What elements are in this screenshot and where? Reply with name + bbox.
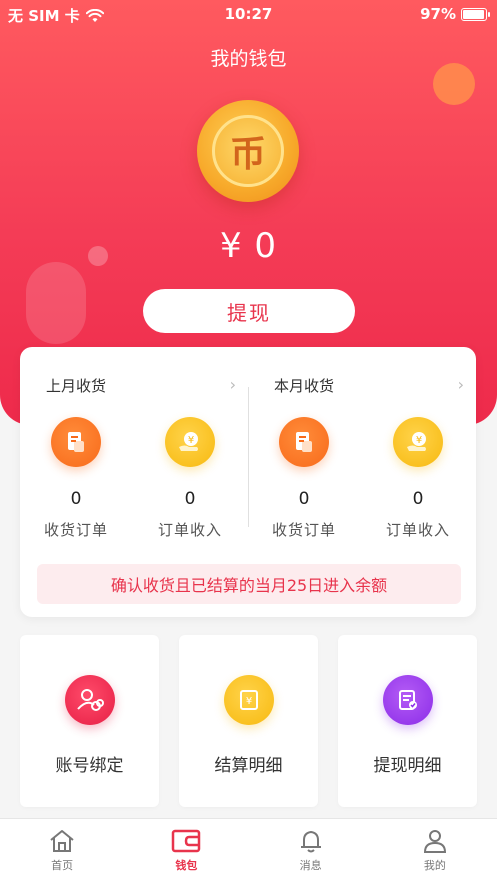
tab-profile[interactable]: 我的	[373, 819, 497, 883]
svg-text:¥: ¥	[416, 435, 422, 446]
settlement-icon: ¥	[223, 675, 274, 725]
tile-label: 结算明细	[214, 756, 283, 776]
bell-icon	[249, 827, 373, 855]
stat-value: 0	[70, 489, 82, 509]
tab-label: 首页	[51, 859, 74, 872]
last-month-title: 上月收货	[46, 377, 107, 395]
settlement-notice: 确认收货且已结算的当月25日进入余额	[37, 564, 461, 604]
tab-wallet[interactable]: 钱包	[124, 819, 248, 883]
withdraw-detail-icon	[382, 675, 433, 725]
account-link-icon	[64, 675, 115, 725]
stat-value: 0	[298, 489, 310, 509]
stat-order-income: ¥ 0 订单收入	[140, 417, 240, 540]
svg-text:¥: ¥	[188, 435, 194, 446]
user-icon	[373, 827, 497, 855]
this-month-title: 本月收货	[274, 377, 335, 395]
stat-label: 收货订单	[43, 521, 108, 539]
chevron-right-icon[interactable]: ›	[230, 375, 236, 394]
chevron-right-icon[interactable]: ›	[458, 375, 464, 394]
coin-glyph: 币	[212, 115, 284, 187]
bottom-tab-bar: 首页 钱包 消息 我的	[0, 818, 497, 883]
tile-label: 提现明细	[373, 756, 442, 776]
tab-messages[interactable]: 消息	[249, 819, 373, 883]
this-month-section[interactable]: 本月收货 › 0 收货订单 ¥ 0 订单收入	[248, 347, 476, 547]
last-month-section[interactable]: 上月收货 › 0 收货订单 ¥ 0 订单收入	[20, 347, 248, 547]
income-stats-card: 上月收货 › 0 收货订单 ¥ 0 订单收入 本月收货 › 0 收货订单 ¥ 0…	[20, 347, 476, 617]
stat-received-orders: 0 收货订单	[26, 417, 126, 540]
status-bar: 无 SIM 卡 10:27 97%	[0, 0, 497, 30]
svg-text:¥: ¥	[245, 696, 251, 707]
stat-received-orders: 0 收货订单	[254, 417, 354, 540]
stat-order-income: ¥ 0 订单收入	[368, 417, 468, 540]
stat-value: 0	[412, 489, 424, 509]
income-hand-icon: ¥	[393, 417, 443, 467]
tab-label: 钱包	[175, 859, 198, 872]
account-binding-tile[interactable]: 账号绑定	[20, 635, 159, 807]
stat-label: 订单收入	[385, 521, 450, 539]
page-title: 我的钱包	[210, 48, 287, 70]
stat-label: 收货订单	[271, 521, 336, 539]
battery-group: 97%	[420, 5, 490, 23]
stat-label: 订单收入	[157, 521, 222, 539]
tile-label: 账号绑定	[55, 756, 124, 776]
coin-icon: 币	[197, 100, 299, 202]
settlement-detail-tile[interactable]: ¥ 结算明细	[179, 635, 318, 807]
order-doc-icon	[51, 417, 101, 467]
tab-label: 消息	[299, 859, 322, 872]
decorative-bubble	[26, 262, 86, 344]
home-icon	[0, 827, 124, 855]
order-doc-icon	[279, 417, 329, 467]
tab-label: 我的	[423, 859, 446, 872]
withdraw-button[interactable]: 提现	[143, 289, 355, 333]
withdraw-detail-tile[interactable]: 提现明细	[338, 635, 477, 807]
battery-icon	[461, 7, 490, 21]
stat-value: 0	[184, 489, 196, 509]
income-hand-icon: ¥	[165, 417, 215, 467]
wallet-icon	[124, 827, 248, 855]
tab-home[interactable]: 首页	[0, 819, 124, 883]
battery-percent: 97%	[420, 5, 456, 23]
balance-amount: ¥ 0	[219, 226, 278, 266]
